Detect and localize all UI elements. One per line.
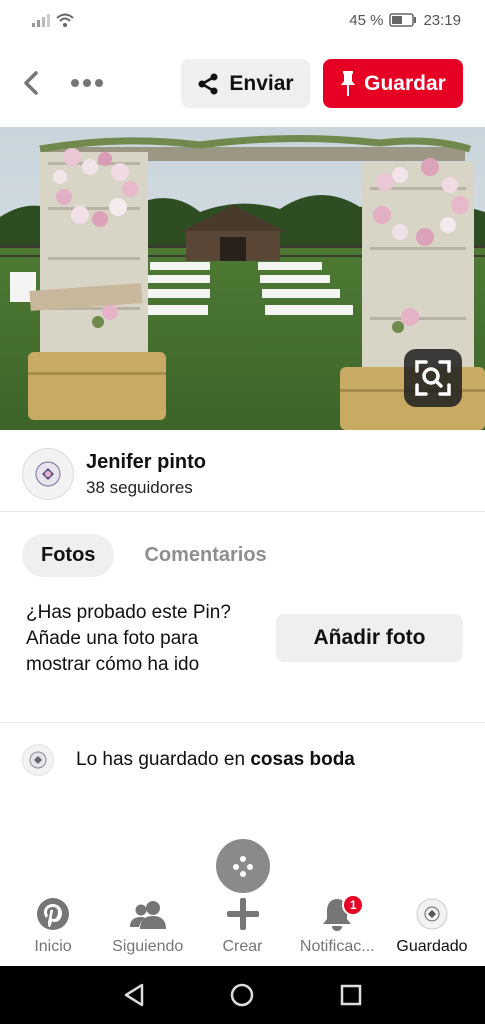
back-triangle-icon[interactable] bbox=[123, 983, 145, 1007]
save-button-label: Guardar bbox=[364, 71, 446, 95]
send-button[interactable]: Enviar bbox=[181, 59, 310, 108]
profile-avatar-icon bbox=[35, 461, 61, 487]
more-options-button[interactable] bbox=[66, 68, 108, 98]
options-fab[interactable] bbox=[216, 839, 270, 893]
send-button-label: Enviar bbox=[229, 71, 294, 95]
status-icons-left bbox=[32, 13, 74, 27]
visual-search-icon bbox=[415, 360, 451, 396]
saved-text: Lo has guardado en cosas boda bbox=[76, 749, 355, 771]
divider bbox=[0, 511, 485, 512]
nav-label: Inicio bbox=[34, 938, 72, 955]
tab-fotos[interactable]: Fotos bbox=[22, 534, 115, 577]
people-icon bbox=[129, 896, 166, 932]
plus-icon bbox=[226, 896, 259, 932]
dots-cluster-icon bbox=[233, 856, 253, 877]
system-nav-bar bbox=[0, 966, 485, 1024]
status-time: 23:19 bbox=[423, 11, 461, 29]
tried-prompt: ¿Has probado este Pin? Añade una foto pa… bbox=[26, 602, 231, 675]
recents-square-icon[interactable] bbox=[340, 984, 362, 1006]
profile-avatar-icon bbox=[416, 896, 448, 932]
notification-badge: 1 bbox=[342, 894, 365, 916]
nav-inicio[interactable]: Inicio bbox=[6, 896, 100, 966]
creator-followers: 38 seguidores bbox=[86, 477, 193, 497]
saved-board-name[interactable]: cosas boda bbox=[250, 749, 355, 770]
creator-row[interactable]: Jenifer pinto 38 seguidores bbox=[22, 446, 206, 502]
battery-percent: 45 % bbox=[349, 11, 384, 29]
nav-label: Crear bbox=[222, 938, 263, 955]
bell-icon: 1 bbox=[322, 894, 365, 932]
nav-crear[interactable]: Crear bbox=[196, 896, 290, 966]
saved-board-row[interactable]: Lo has guardado en cosas boda bbox=[22, 744, 355, 776]
nav-notificaciones[interactable]: 1 Notificac... bbox=[290, 894, 384, 966]
more-dots-icon bbox=[71, 79, 103, 87]
nav-label: Siguiendo bbox=[112, 938, 184, 955]
wifi-icon bbox=[56, 13, 74, 27]
saved-avatar bbox=[22, 744, 54, 776]
profile-avatar-icon bbox=[29, 751, 47, 769]
nav-label: Guardado bbox=[396, 938, 468, 955]
signal-icon bbox=[32, 14, 50, 27]
visual-search-button[interactable] bbox=[404, 349, 462, 407]
pushpin-icon bbox=[341, 70, 356, 96]
home-circle-icon[interactable] bbox=[230, 983, 254, 1007]
share-icon bbox=[198, 73, 218, 94]
top-bar: Enviar Guardar bbox=[0, 56, 485, 112]
bottom-nav: Inicio Siguiendo Crear 1 Notificac... Gu… bbox=[0, 894, 485, 966]
tab-comentarios[interactable]: Comentarios bbox=[144, 544, 266, 567]
pinterest-icon bbox=[36, 896, 70, 932]
battery-icon bbox=[389, 13, 417, 27]
creator-name[interactable]: Jenifer pinto bbox=[86, 451, 206, 474]
status-bar: 45 % 23:19 bbox=[0, 0, 485, 40]
nav-label: Notificac... bbox=[299, 938, 375, 955]
saved-prefix: Lo has guardado en bbox=[76, 749, 246, 770]
nav-siguiendo[interactable]: Siguiendo bbox=[101, 896, 195, 966]
nav-guardado[interactable]: Guardado bbox=[385, 896, 479, 966]
divider bbox=[0, 722, 485, 723]
chevron-left-icon bbox=[24, 71, 38, 95]
add-photo-button[interactable]: Añadir foto bbox=[276, 614, 463, 662]
back-button[interactable] bbox=[16, 68, 46, 98]
tabs: Fotos Comentarios bbox=[22, 534, 267, 577]
save-button[interactable]: Guardar bbox=[323, 59, 463, 108]
creator-info: Jenifer pinto 38 seguidores bbox=[86, 451, 206, 498]
status-icons-right: 45 % 23:19 bbox=[349, 12, 461, 29]
creator-avatar[interactable] bbox=[22, 448, 74, 500]
